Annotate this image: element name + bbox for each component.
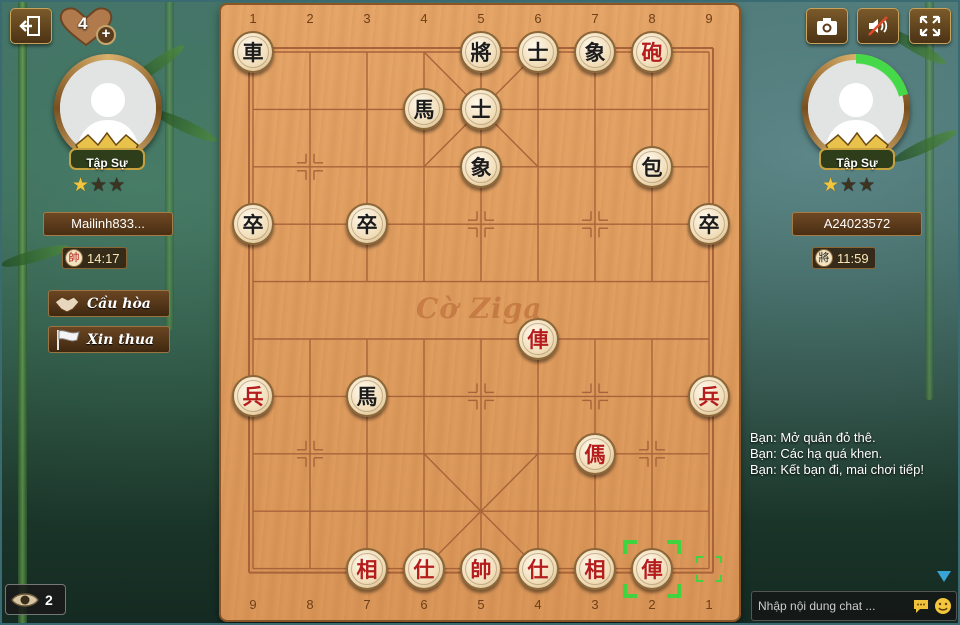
right-player-name: A24023572 (792, 212, 922, 236)
chat-message: Bạn: Kết bạn đi, mai chơi tiếp! (750, 462, 925, 477)
chat-scroll-down-icon[interactable] (937, 571, 951, 582)
white-flag-icon (57, 329, 80, 350)
viewers-badge[interactable]: 2 (5, 584, 66, 615)
red-piece[interactable]: 兵 (232, 375, 274, 418)
left-player-name: Mailinh833... (43, 212, 173, 236)
file-number-top: 2 (306, 11, 314, 26)
red-piece[interactable]: 帥 (460, 547, 502, 590)
chat-log: Bạn: Mở quân đỏ thê. Bạn: Các hạ quá khe… (750, 430, 956, 478)
black-piece[interactable]: 馬 (346, 375, 388, 418)
black-piece[interactable]: 卒 (232, 203, 274, 246)
fullscreen-icon (919, 15, 941, 37)
file-number-bottom: 9 (249, 597, 257, 612)
star-icon: ★ (822, 175, 840, 196)
black-piece[interactable]: 象 (460, 145, 502, 188)
river-watermark: Cờ Ziga (416, 292, 543, 325)
emoji-icon[interactable] (934, 597, 952, 615)
file-number-bottom: 7 (363, 597, 371, 612)
add-hearts-button[interactable]: + (96, 25, 116, 45)
black-piece[interactable]: 卒 (688, 203, 730, 246)
screenshot-button[interactable] (806, 8, 848, 44)
bamboo-leaf (0, 241, 71, 271)
offer-draw-label: Cầu hòa (87, 295, 151, 312)
black-piece[interactable]: 象 (574, 31, 616, 73)
red-piece[interactable]: 傌 (574, 432, 616, 475)
chat-message: Bạn: Mở quân đỏ thê. (750, 430, 876, 445)
file-number-top: 4 (420, 11, 428, 26)
chat-message: Bạn: Các hạ quá khen. (750, 446, 883, 461)
chat-input-placeholder: Nhập nội dung chat ... (758, 599, 876, 613)
file-number-top: 1 (249, 11, 257, 26)
xiangqi-board[interactable]: Cờ Ziga 123456789987654321車將士象砲馬士象包卒卒卒俥兵… (221, 5, 739, 620)
file-number-bottom: 5 (477, 597, 485, 612)
move-hint-marker[interactable] (696, 555, 722, 582)
file-number-bottom: 4 (534, 597, 542, 612)
file-number-bottom: 6 (420, 597, 428, 612)
left-player-clock: 帥 14:17 (62, 247, 127, 269)
file-number-top: 3 (363, 11, 371, 26)
clock-piece-icon: 帥 (65, 249, 83, 267)
right-player-clock: 將 11:59 (812, 247, 876, 269)
speaker-muted-icon (868, 16, 888, 36)
right-clock-time: 11:59 (837, 250, 869, 266)
black-piece[interactable]: 士 (517, 31, 559, 73)
black-piece[interactable]: 馬 (403, 88, 445, 131)
star-icon: ★ (840, 175, 858, 196)
right-rank-stars: ★ ★ ★ (822, 176, 875, 195)
quick-chat-icon[interactable] (912, 597, 930, 615)
file-number-bottom: 1 (705, 597, 713, 612)
star-icon: ★ (858, 175, 876, 196)
handshake-icon (54, 295, 80, 313)
bamboo-decoration (18, 0, 27, 625)
file-number-bottom: 3 (591, 597, 599, 612)
right-rank-label: Tập Sự (836, 156, 878, 170)
red-piece[interactable]: 仕 (517, 547, 559, 590)
exit-icon (19, 16, 40, 36)
fullscreen-button[interactable] (909, 8, 951, 44)
hearts-count: 4 (78, 14, 88, 33)
file-number-bottom: 2 (648, 597, 656, 612)
black-piece[interactable]: 將 (460, 31, 502, 73)
file-number-top: 8 (648, 11, 656, 26)
clock-piece-icon: 將 (815, 249, 833, 267)
camera-icon (817, 18, 837, 35)
red-piece[interactable]: 相 (346, 547, 388, 590)
left-rank-stars: ★ ★ ★ (72, 176, 125, 195)
left-clock-time: 14:17 (87, 250, 120, 266)
file-number-top: 6 (534, 11, 542, 26)
offer-draw-button[interactable]: Cầu hòa (48, 290, 170, 317)
star-icon: ★ (90, 175, 108, 196)
black-piece[interactable]: 卒 (346, 203, 388, 246)
eye-icon (11, 592, 39, 607)
left-rank-label: Tập Sự (86, 156, 128, 170)
black-piece[interactable]: 包 (631, 145, 673, 188)
black-piece[interactable]: 士 (460, 88, 502, 131)
red-piece[interactable]: 仕 (403, 547, 445, 590)
star-icon: ★ (108, 175, 126, 196)
selection-marker (623, 539, 681, 598)
file-number-top: 7 (591, 11, 599, 26)
red-piece[interactable]: 俥 (517, 318, 559, 360)
viewers-count: 2 (45, 591, 53, 608)
file-number-top: 5 (477, 11, 485, 26)
black-piece[interactable]: 車 (232, 31, 274, 73)
chat-input[interactable]: Nhập nội dung chat ... (751, 591, 957, 621)
exit-button[interactable] (10, 8, 52, 44)
red-piece[interactable]: 兵 (688, 375, 730, 418)
file-number-bottom: 8 (306, 597, 314, 612)
resign-button[interactable]: Xin thua (48, 326, 170, 353)
red-piece[interactable]: 相 (574, 547, 616, 590)
resign-label: Xin thua (87, 331, 155, 348)
red-piece[interactable]: 砲 (631, 31, 673, 73)
sound-toggle-button[interactable] (857, 8, 899, 44)
star-icon: ★ (72, 175, 90, 196)
file-number-top: 9 (705, 11, 713, 26)
